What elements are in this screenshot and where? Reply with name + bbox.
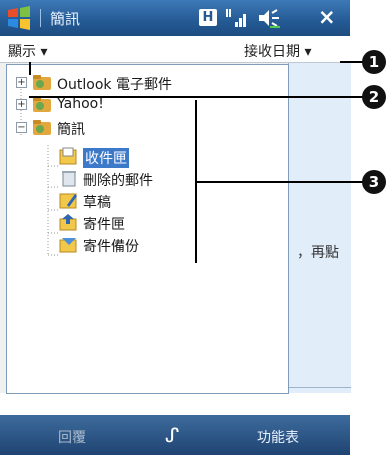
reply-softkey[interactable]: 回覆 — [58, 427, 86, 447]
tree-item-label: 簡訊 — [57, 122, 85, 138]
app-title: 簡訊 — [50, 10, 81, 28]
drafts-icon — [59, 193, 77, 209]
tree-item-sms[interactable]: − 簡訊 — [7, 116, 288, 138]
tree-item-label: 寄件備份 — [83, 239, 139, 255]
title-bar: 簡訊 H × — [0, 0, 350, 36]
back-icon[interactable]: ᔑ — [165, 423, 179, 447]
outbox-icon — [59, 214, 77, 231]
tree-item-sent[interactable]: 寄件備份 — [7, 233, 288, 255]
tree-item-inbox[interactable]: 收件匣 — [7, 145, 288, 168]
tree-item-outbox[interactable]: 寄件匣 — [7, 211, 288, 233]
folder-icon — [33, 120, 51, 135]
collapse-icon[interactable]: − — [16, 122, 27, 133]
windows-start-icon[interactable] — [6, 5, 32, 31]
view-menu[interactable]: 顯示 ▾ — [8, 41, 47, 61]
preview-divider — [289, 387, 351, 388]
menu-softkey[interactable]: 功能表 — [257, 427, 299, 447]
title-separator — [40, 9, 41, 27]
sort-by-menu[interactable]: 接收日期 ▾ — [244, 41, 311, 61]
callout-stem-2 — [29, 62, 31, 75]
tree-item-label: Yahoo! — [57, 96, 104, 112]
sent-items-icon — [59, 238, 77, 253]
folder-tree[interactable]: + Outlook 電子郵件 + Yahoo! − 簡訊 收件匣 刪除的郵件 草… — [6, 64, 289, 394]
softkey-bar: 回覆 ᔑ 功能表 — [0, 415, 350, 455]
tree-item-label: 收件匣 — [83, 148, 129, 168]
tree-item-label: 刪除的郵件 — [83, 173, 153, 189]
callout-line-1 — [340, 61, 364, 63]
menu-bar: 顯示 ▾ 接收日期 ▾ — [0, 36, 350, 63]
expand-icon[interactable]: + — [16, 77, 27, 88]
folder-icon — [33, 75, 51, 90]
tree-item-drafts[interactable]: 草稿 — [7, 189, 288, 211]
tree-item-deleted[interactable]: 刪除的郵件 — [7, 167, 288, 189]
trash-icon — [62, 171, 76, 187]
callout-1: 1 — [362, 50, 386, 74]
tree-item-outlook[interactable]: + Outlook 電子郵件 — [7, 71, 288, 93]
message-preview-pane[interactable]: ，再點 — [288, 63, 351, 393]
tree-item-label: Outlook 電子郵件 — [57, 77, 172, 93]
tree-item-label: 寄件匣 — [83, 217, 125, 233]
inbox-icon — [59, 147, 77, 165]
close-icon[interactable]: × — [318, 5, 336, 29]
preview-text: ，再點 — [297, 245, 339, 261]
callout-2: 2 — [362, 85, 386, 109]
callout-3: 3 — [362, 170, 386, 194]
expand-icon[interactable]: + — [16, 99, 27, 110]
volume-icon[interactable] — [256, 7, 282, 29]
hsdpa-icon[interactable]: H — [199, 9, 217, 26]
signal-strength-icon[interactable] — [224, 7, 250, 29]
tree-item-label: 草稿 — [83, 195, 111, 211]
callout-line-2 — [29, 96, 364, 98]
callout-line-3 — [195, 181, 364, 183]
